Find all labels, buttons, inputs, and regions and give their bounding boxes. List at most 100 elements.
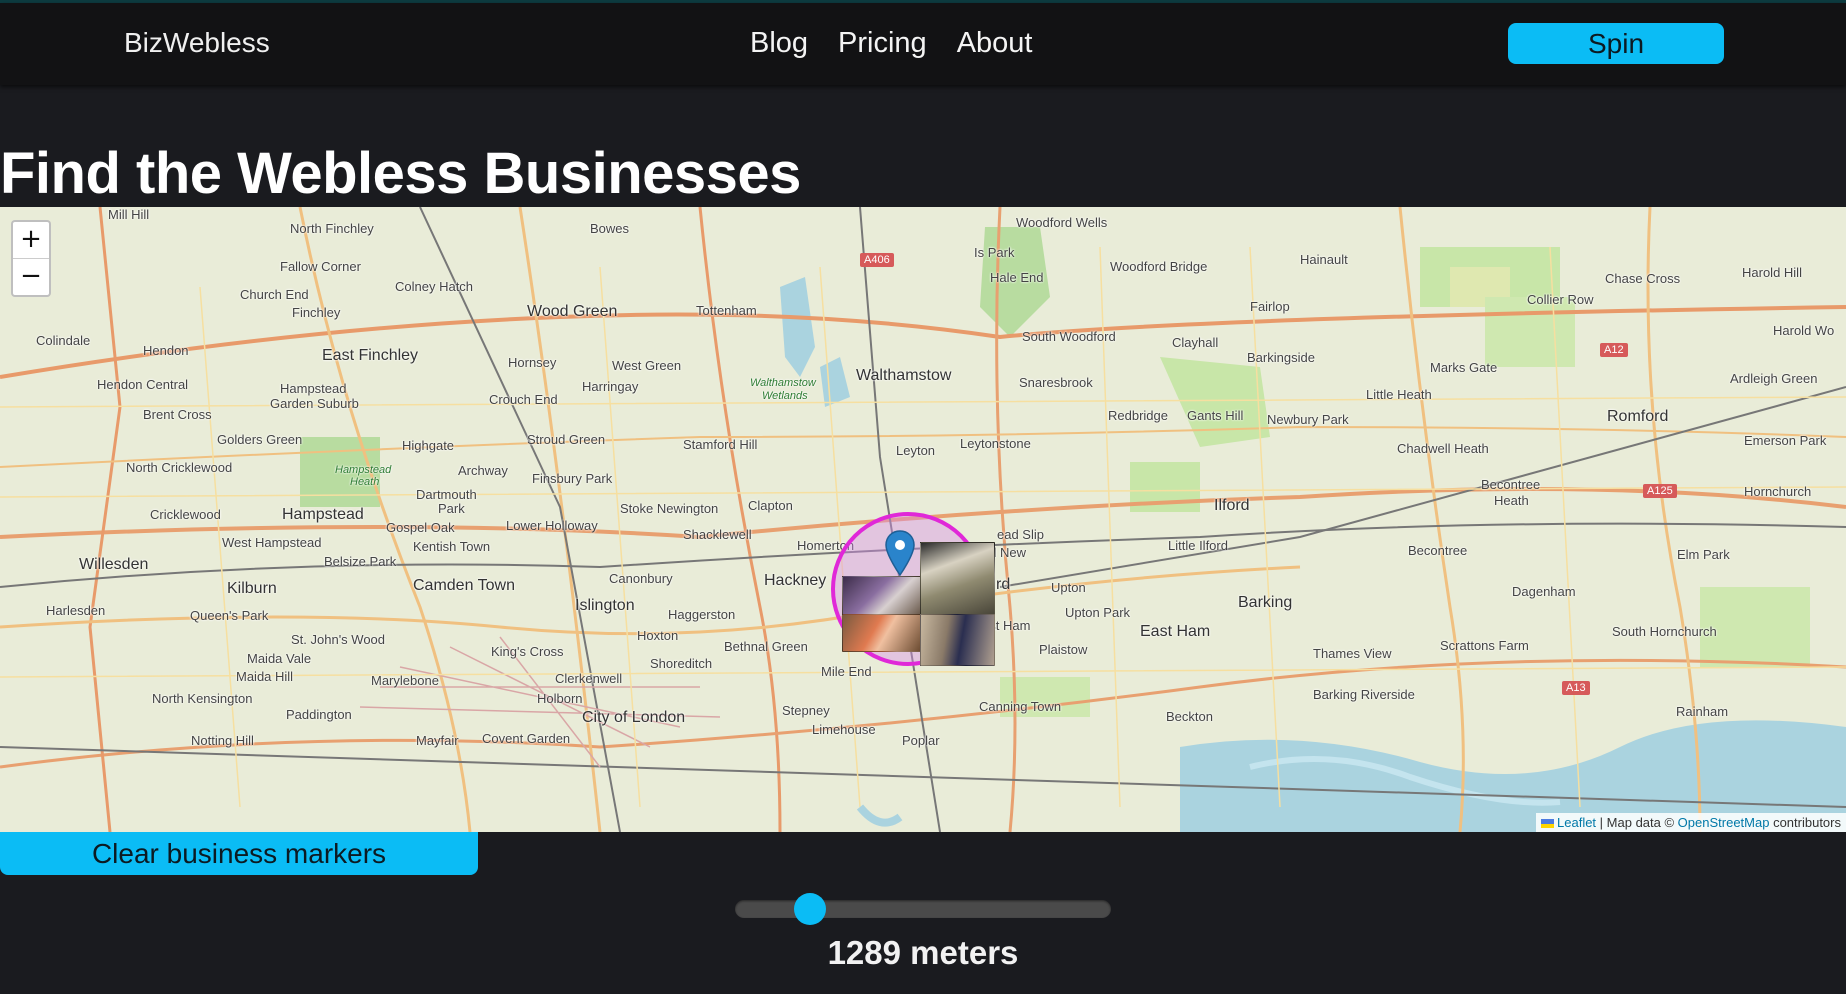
map-place-label: Hackney <box>764 572 827 589</box>
map-place-label: Dartmouth <box>416 487 477 502</box>
map-place-label: Harold Hill <box>1742 265 1802 280</box>
map-place-label: Shoreditch <box>650 656 713 671</box>
map-place-label: Heath <box>350 476 380 488</box>
map-place-label: Canonbury <box>609 571 673 586</box>
map-place-label: West Hampstead <box>222 535 322 550</box>
map-place-label: Romford <box>1607 408 1669 425</box>
map-place-label: Hornsey <box>508 355 557 370</box>
map-place-label: Woodford Wells <box>1016 215 1108 230</box>
map-place-label: Chase Cross <box>1605 271 1681 286</box>
map-place-label: Garden Suburb <box>270 396 359 411</box>
map-place-label: Finsbury Park <box>532 471 613 486</box>
openstreetmap-link[interactable]: OpenStreetMap <box>1678 815 1770 830</box>
map-place-label: Upton Park <box>1065 605 1131 620</box>
map-place-label: Hampstead <box>282 506 364 523</box>
map-place-label: Snaresbrook <box>1019 375 1093 390</box>
nav-link-blog[interactable]: Blog <box>750 27 808 60</box>
map-place-label: Kilburn <box>227 580 277 597</box>
map-place-label: City of London <box>582 709 686 726</box>
map-place-label: Heath <box>1494 493 1529 508</box>
radius-slider[interactable] <box>735 893 1111 925</box>
map-place-label: Notting Hill <box>191 733 254 748</box>
zoom-in-button[interactable]: + <box>13 222 49 258</box>
location-pin-icon[interactable] <box>885 530 915 576</box>
map-place-label: Covent Garden <box>482 731 571 746</box>
map-place-label: Brent Cross <box>143 407 212 422</box>
map-place-label: Hainault <box>1300 252 1348 267</box>
map-place-label: Emerson Park <box>1744 433 1827 448</box>
map-place-label: A12 <box>1600 343 1628 357</box>
map-place-label: Becontree <box>1481 477 1541 492</box>
map-place-label: Hoxton <box>637 628 679 643</box>
map-place-label: Marylebone <box>371 673 439 688</box>
map-place-label: Islington <box>575 597 635 614</box>
map-place-label: Belsize Park <box>324 554 397 569</box>
map-place-label: Cricklewood <box>150 507 221 522</box>
business-photo-marker-3[interactable] <box>842 614 922 652</box>
map-place-label: Stoke Newington <box>620 501 719 516</box>
map-place-label: Maida Hill <box>236 669 294 684</box>
map-place-label: Archway <box>458 463 508 478</box>
zoom-out-button[interactable]: − <box>13 258 49 294</box>
map-place-label: Mayfair <box>416 733 459 748</box>
map-place-label: Colindale <box>36 333 91 348</box>
business-photo-marker-4[interactable] <box>920 614 995 666</box>
radius-readout: 1289 meters <box>827 934 1019 971</box>
map-place-label: Hendon <box>143 343 189 358</box>
map-place-label: A13 <box>1562 681 1590 695</box>
map-place-label: Hampstead <box>335 464 392 476</box>
map-place-label: Limehouse <box>812 722 876 737</box>
map-place-label: Lower Holloway <box>506 518 598 533</box>
map-place-label: Woodford Bridge <box>1110 259 1208 274</box>
map-place-label: Dagenham <box>1512 584 1576 599</box>
nav-link-about[interactable]: About <box>957 27 1033 60</box>
attribution-suffix: contributors <box>1769 815 1841 830</box>
map-place-label: Hornchurch <box>1744 484 1812 499</box>
map-place-label: Hampstead <box>280 381 347 396</box>
leaflet-link[interactable]: Leaflet <box>1557 815 1596 830</box>
map-place-label: Little Ilford <box>1168 538 1228 553</box>
map-place-label: Church End <box>240 287 309 302</box>
radius-slider-track[interactable] <box>735 900 1111 918</box>
map-place-label: Colney Hatch <box>395 279 474 294</box>
map-place-label: Stepney <box>782 703 830 718</box>
map-place-label: Ardleigh Green <box>1730 371 1818 386</box>
map-place-label: Queen's Park <box>190 608 269 623</box>
map-place-label: A125 <box>1643 484 1677 498</box>
clear-business-markers-button[interactable]: Clear business markers <box>0 832 478 875</box>
attribution-separator: | Map data © <box>1596 815 1678 830</box>
map-place-label: South Woodford <box>1022 329 1116 344</box>
map-place-label: Barking Riverside <box>1313 687 1415 702</box>
nav-link-pricing[interactable]: Pricing <box>838 27 927 60</box>
business-photo-marker-2[interactable] <box>920 542 995 622</box>
map-place-label: Stroud Green <box>527 432 606 447</box>
map-place-label: Rainham <box>1676 704 1729 719</box>
map-place-label: Chadwell Heath <box>1397 441 1489 456</box>
brand-logo-text[interactable]: BizWebless <box>124 27 270 59</box>
map-place-label: Elm Park <box>1677 547 1730 562</box>
map-place-label: Holborn <box>537 691 583 706</box>
map-place-label: Bethnal Green <box>724 639 808 654</box>
map-place-label: North Cricklewood <box>126 460 233 475</box>
map-place-label: Marks Gate <box>1430 360 1498 375</box>
map-place-label: Plaistow <box>1039 642 1088 657</box>
map-place-label: Canning Town <box>979 699 1062 714</box>
map-place-label: Barking <box>1238 594 1293 611</box>
map-place-label: Harold Wo <box>1773 323 1835 338</box>
map-place-label: Harringay <box>582 379 639 394</box>
map-attribution: Leaflet | Map data © OpenStreetMap contr… <box>1536 813 1846 832</box>
map-place-label: Redbridge <box>1108 408 1168 423</box>
spin-button[interactable]: Spin <box>1508 23 1724 64</box>
map-place-label: South Hornchurch <box>1612 624 1717 639</box>
map-place-label: Harlesden <box>46 603 106 618</box>
map-place-label: Hale End <box>990 270 1044 285</box>
radius-slider-thumb[interactable] <box>794 893 827 925</box>
map-place-label: Bowes <box>590 221 630 236</box>
map-place-label: Tottenham <box>696 303 757 318</box>
map-place-label: Leytonstone <box>960 436 1031 451</box>
map-place-label: Barkingside <box>1247 350 1315 365</box>
map-place-label: Paddington <box>286 707 352 722</box>
map-place-label: Clayhall <box>1172 335 1219 350</box>
map-place-label: Kentish Town <box>413 539 491 554</box>
nav-links: Blog Pricing About <box>750 27 1033 60</box>
